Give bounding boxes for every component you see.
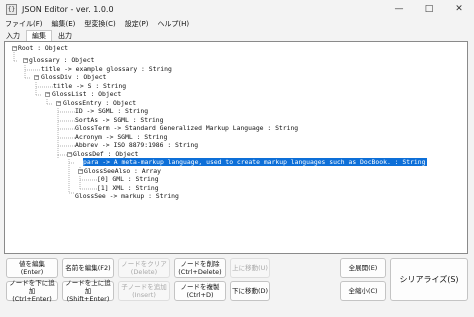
- button-shortcut: (Ctrl+Delete): [178, 268, 222, 276]
- button-shortcut: (Ctrl+Enter): [12, 295, 52, 303]
- edit-value-button[interactable]: 値を編集 (Enter): [6, 258, 58, 278]
- tree-node[interactable]: [1] XML : String: [97, 184, 159, 192]
- button-label: ノードを削除: [180, 260, 220, 268]
- maximize-icon[interactable]: □: [414, 0, 444, 18]
- tree-node[interactable]: Acronym -> SGML : String: [75, 133, 167, 141]
- window-title: JSON Editor - ver. 1.0.0: [22, 4, 114, 14]
- add-node-above-button[interactable]: ノードを上に追加 (Shift+Enter): [62, 279, 114, 303]
- move-down-button[interactable]: 下に移動(D): [230, 281, 270, 301]
- window-controls: — □ ✕: [384, 0, 474, 18]
- menu-edit[interactable]: 編集(E): [47, 19, 80, 29]
- menu-help[interactable]: ヘルプ(H): [152, 19, 193, 29]
- tree-node[interactable]: GlossDiv : Object: [41, 73, 106, 81]
- menu-settings[interactable]: 設定(P): [120, 19, 153, 29]
- minimize-icon[interactable]: —: [384, 0, 414, 18]
- close-icon[interactable]: ✕: [444, 0, 474, 18]
- collapse-root-icon[interactable]: −: [12, 46, 17, 51]
- button-shortcut: (Shift+Enter): [66, 295, 110, 303]
- tree-node[interactable]: Abbrev -> ISO 8879:1986 : String: [75, 141, 198, 149]
- button-label: 上に移動(U): [232, 264, 268, 272]
- tree-node-selected[interactable]: para -> A meta-markup language, used to …: [83, 158, 428, 166]
- tree-node[interactable]: GlossSee -> markup : String: [75, 192, 179, 200]
- button-label: ノードを上に追加: [65, 279, 111, 295]
- tree-node[interactable]: GlossTerm -> Standard Generalized Markup…: [75, 124, 298, 132]
- serialize-button[interactable]: シリアライズ(S): [390, 258, 468, 301]
- add-node-below-button[interactable]: ノードを下に追加 (Ctrl+Enter): [6, 279, 58, 303]
- button-label: 子ノードを追加: [121, 283, 167, 291]
- add-child-node-button[interactable]: 子ノードを追加 (Insert): [118, 281, 170, 301]
- button-label: ノードを下に追加: [9, 279, 55, 295]
- collapse-glossdiv-icon[interactable]: −: [34, 75, 39, 80]
- collapse-glosslist-icon[interactable]: −: [45, 92, 50, 97]
- menu-bar: ファイル(F) 編集(E) 型変換(C) 設定(P) ヘルプ(H): [0, 18, 474, 30]
- button-label: シリアライズ(S): [399, 274, 459, 284]
- delete-node-button[interactable]: ノードを削除 (Ctrl+Delete): [174, 258, 226, 278]
- collapse-glossdef-icon[interactable]: −: [67, 152, 72, 157]
- menu-file[interactable]: ファイル(F): [0, 19, 47, 29]
- collapse-glossary-icon[interactable]: −: [23, 58, 28, 63]
- button-shortcut: (Insert): [132, 291, 156, 299]
- button-label: 名前を編集(F2): [65, 264, 111, 272]
- tree-node[interactable]: [0] GML : String: [97, 175, 159, 183]
- tree-node[interactable]: SortAs -> SGML : String: [75, 116, 164, 124]
- tree-node[interactable]: GlossEntry : Object: [63, 99, 136, 107]
- app-icon: {}: [6, 3, 17, 15]
- button-shortcut: (Enter): [20, 268, 44, 276]
- button-label: 値を編集: [19, 260, 45, 268]
- expand-all-button[interactable]: 全展開(E): [340, 258, 386, 278]
- collapse-all-button[interactable]: 全縮小(C): [340, 281, 386, 301]
- button-label: 全展開(E): [348, 264, 378, 272]
- tree-node[interactable]: Root : Object: [18, 44, 68, 52]
- button-label: ノードを複製: [180, 283, 220, 291]
- collapse-glossseealso-icon[interactable]: −: [78, 169, 83, 174]
- button-label: 下に移動(D): [231, 287, 269, 295]
- button-shortcut: (Ctrl+D): [186, 291, 214, 299]
- tree-node[interactable]: GlossDef : Object: [73, 150, 138, 158]
- button-label: 全縮小(C): [348, 287, 378, 295]
- clear-node-button[interactable]: ノードをクリア (Delete): [118, 258, 170, 278]
- button-label: ノードをクリア: [121, 260, 167, 268]
- tree-node[interactable]: ID -> SGML : String: [75, 107, 148, 115]
- tree-node[interactable]: glossary : Object: [29, 56, 94, 64]
- menu-convert[interactable]: 型変換(C): [79, 19, 119, 29]
- move-up-button[interactable]: 上に移動(U): [230, 258, 270, 278]
- tree-node[interactable]: GlossSeeAlso : Array: [84, 167, 161, 175]
- tree-node[interactable]: GlossList : Object: [52, 90, 121, 98]
- tree-node[interactable]: title -> S : String: [53, 82, 126, 90]
- button-shortcut: (Delete): [130, 268, 158, 276]
- title-bar: {} JSON Editor - ver. 1.0.0 — □ ✕: [0, 0, 474, 18]
- collapse-glossentry-icon[interactable]: −: [56, 101, 61, 106]
- json-tree-view[interactable]: − − − − − − − Root : Object glossary : O…: [4, 41, 468, 254]
- duplicate-node-button[interactable]: ノードを複製 (Ctrl+D): [174, 281, 226, 301]
- edit-name-button[interactable]: 名前を編集(F2): [62, 258, 114, 278]
- tree-node[interactable]: title -> example glossary : String: [41, 65, 172, 73]
- tab-strip: 入力 編集 出力: [0, 30, 78, 43]
